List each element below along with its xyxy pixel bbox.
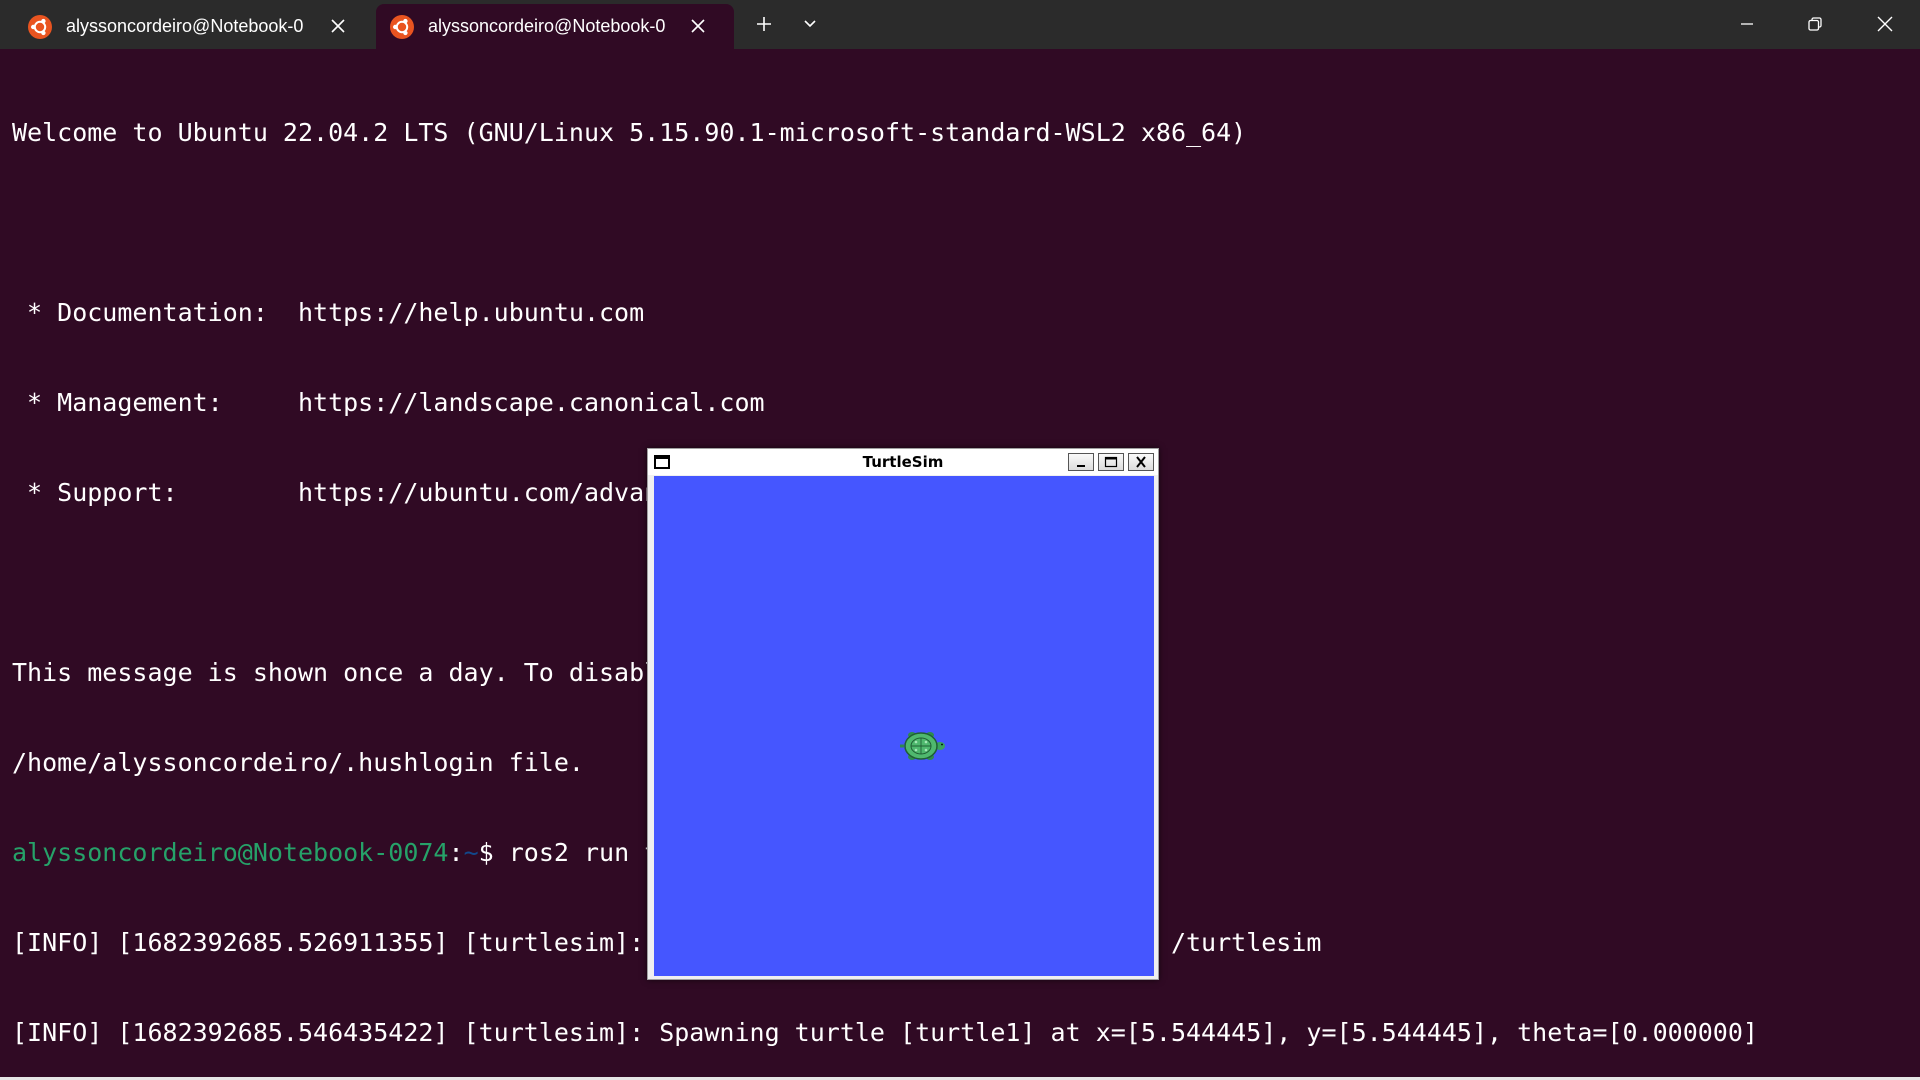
welcome-line: Welcome to Ubuntu 22.04.2 LTS (GNU/Linux… (12, 118, 1247, 147)
windows-terminal: alyssoncordeiro@Notebook-0 alyssoncordei… (0, 0, 1920, 1080)
ubuntu-icon (28, 15, 52, 39)
prompt-path: ~ (463, 838, 479, 867)
log-line: [INFO] [1682392685.546435422] [turtlesim… (12, 1018, 1758, 1047)
turtle-icon (900, 732, 945, 760)
ubuntu-icon (390, 15, 414, 39)
turtlesim-maximize-button[interactable] (1098, 453, 1124, 471)
chevron-down-icon (804, 20, 816, 28)
new-tab-button[interactable] (744, 4, 784, 44)
documentation-line: * Documentation: https://help.ubuntu.com (12, 298, 645, 327)
turtlesim-window[interactable]: TurtleSim (647, 448, 1159, 980)
tab-ubuntu-2[interactable]: alyssoncordeiro@Notebook-0 (376, 4, 734, 49)
prompt-user: alyssoncordeiro@Notebook-0074 (12, 838, 449, 867)
tab-bar: alyssoncordeiro@Notebook-0 alyssoncordei… (0, 0, 1920, 49)
turtlesim-close-button[interactable] (1128, 453, 1154, 471)
tab-dropdown-button[interactable] (790, 4, 830, 44)
maximize-icon (1104, 456, 1118, 468)
prompt-dollar: $ (478, 838, 509, 867)
close-tab-icon[interactable] (688, 16, 708, 36)
close-tab-icon[interactable] (328, 16, 348, 36)
prompt-separator: : (448, 838, 464, 867)
minimize-button[interactable] (1724, 4, 1770, 44)
tab-ubuntu-1[interactable]: alyssoncordeiro@Notebook-0 (14, 4, 374, 49)
close-icon (1877, 16, 1893, 32)
plus-icon (757, 17, 771, 31)
tab-title: alyssoncordeiro@Notebook-0 (428, 16, 666, 36)
restore-button[interactable] (1792, 4, 1838, 44)
turtlesim-minimize-button[interactable] (1068, 453, 1094, 471)
close-icon (1136, 456, 1146, 468)
minimize-icon (1741, 23, 1753, 25)
turtlesim-canvas (654, 476, 1154, 976)
minimize-icon (1077, 465, 1085, 467)
management-line: * Management: https://landscape.canonica… (12, 388, 765, 417)
restore-icon (1808, 17, 1822, 31)
tab-title: alyssoncordeiro@Notebook-0 (66, 16, 304, 36)
turtlesim-titlebar[interactable]: TurtleSim (648, 449, 1158, 475)
close-window-button[interactable] (1862, 4, 1908, 44)
